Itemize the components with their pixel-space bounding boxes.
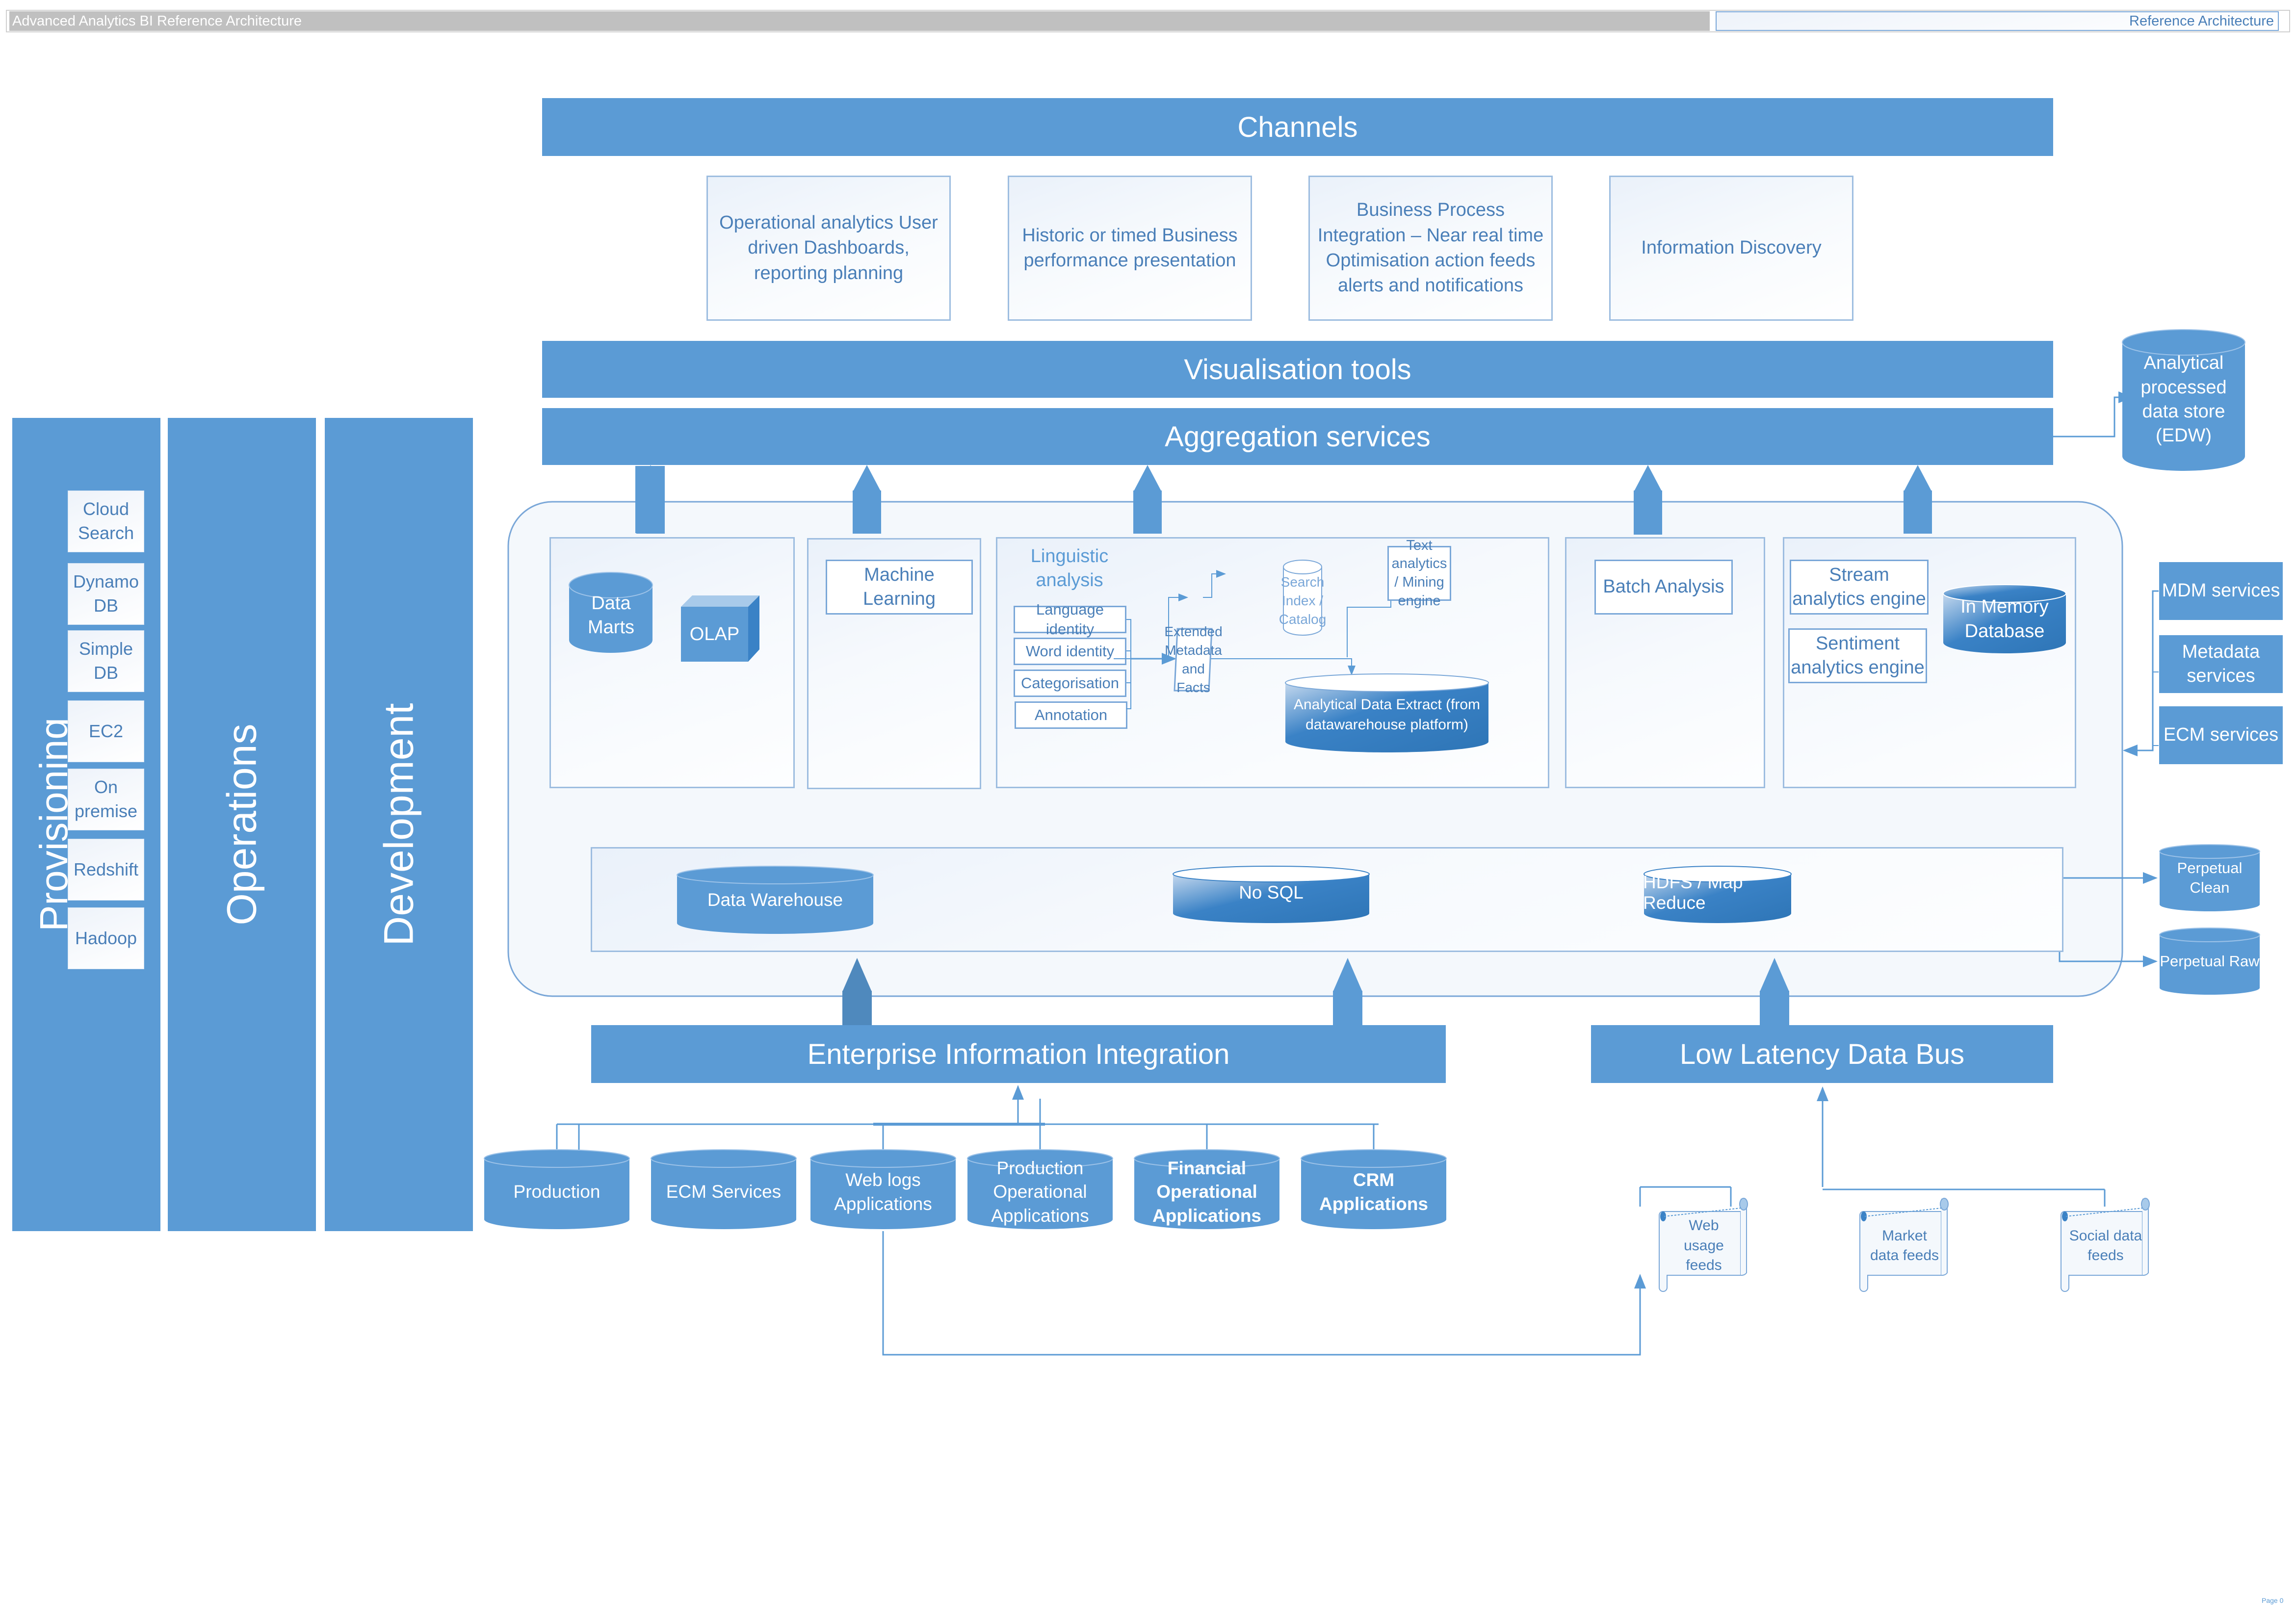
edw-label: Analytical processed data store (EDW): [2140, 353, 2227, 446]
up-arrow-icon: [853, 490, 881, 534]
page-number: Page 0: [2262, 1597, 2284, 1604]
source-label: ECM Services: [666, 1182, 782, 1202]
up-arrow-icon: [842, 958, 872, 992]
up-arrow-icon: [636, 465, 665, 492]
provisioning-item[interactable]: Redshift: [68, 839, 144, 901]
up-arrow-icon: [1760, 991, 1789, 1026]
perpetual-raw-label: Perpetual Raw: [2160, 952, 2260, 970]
analytical-extract-cylinder[interactable]: [1125, 662, 1219, 746]
up-arrow-icon: [1634, 490, 1662, 535]
linguistic-step[interactable]: Word identity: [1014, 638, 1126, 665]
source-label: Production Operational Applications: [991, 1158, 1089, 1226]
operations-label: Operations: [218, 723, 265, 926]
sentiment-analytics-box[interactable]: Sentiment analytics engine: [1788, 628, 1927, 683]
batch-analysis-box[interactable]: Batch Analysis: [1594, 560, 1733, 615]
ecm-services-box[interactable]: ECM services: [2159, 706, 2283, 764]
metadata-services-box[interactable]: Metadata services: [2159, 635, 2283, 693]
up-arrow-icon: [1760, 958, 1789, 992]
stream-analytics-box[interactable]: Stream analytics engine: [1790, 560, 1929, 615]
step-arrow-icon: [1075, 628, 1124, 638]
up-arrow-icon: [1333, 958, 1362, 992]
data-warehouse-label: Data Warehouse: [707, 890, 843, 910]
feed-label: Market data feeds: [1870, 1227, 1939, 1264]
channel-card[interactable]: Information Discovery: [1609, 176, 1853, 321]
provisioning-item[interactable]: EC2: [68, 700, 144, 762]
up-arrow-icon: [1904, 465, 1932, 492]
channel-card[interactable]: Business Process Integration – Near real…: [1308, 176, 1553, 321]
search-index-label: Search Index / Catalog: [1278, 574, 1327, 627]
source-label: Web logs Applications: [834, 1170, 932, 1214]
up-arrow-icon: [1333, 991, 1362, 1026]
up-arrow-icon: [1904, 490, 1932, 534]
perpetual-clean-label: Perpetual Clean: [2177, 859, 2243, 896]
development-column: Development: [325, 418, 473, 1231]
feed-label: Web usage feeds: [1684, 1217, 1724, 1274]
up-arrow-icon: [1133, 465, 1162, 492]
low-latency-data-bus-bar: Low Latency Data Bus: [1591, 1025, 2053, 1083]
in-memory-db-label: In Memory Database: [1960, 596, 2049, 642]
provisioning-item[interactable]: Cloud Search: [68, 490, 144, 552]
olap-label: OLAP: [689, 623, 740, 644]
linguistic-title: Linguistic analysis: [1030, 546, 1109, 591]
provisioning-item[interactable]: Hadoop: [68, 907, 144, 969]
provisioning-item[interactable]: On premise: [68, 769, 144, 830]
enterprise-information-integration-bar: Enterprise Information Integration: [591, 1025, 1446, 1083]
up-arrow-icon: [853, 465, 881, 492]
analytical-extract-label: Analytical Data Extract (from datawareho…: [1293, 696, 1481, 733]
provisioning-item[interactable]: Dynamo DB: [68, 563, 144, 625]
up-arrow-icon: [636, 490, 665, 534]
machine-learning-box[interactable]: Machine Learning: [826, 560, 973, 615]
channel-card[interactable]: Historic or timed Business performance p…: [1008, 176, 1252, 321]
linguistic-step[interactable]: Annotation: [1015, 701, 1127, 729]
text-analytics-box[interactable]: Text analytics / Mining engine: [1387, 538, 1451, 609]
visualisation-tools-bar: Visualisation tools: [542, 341, 2053, 398]
source-label: Production: [513, 1182, 600, 1202]
source-label: CRM Applications: [1319, 1170, 1429, 1214]
mdm-services-box[interactable]: MDM services: [2159, 562, 2283, 620]
feed-label: Social data feeds: [2069, 1227, 2142, 1264]
development-label: Development: [375, 703, 422, 946]
nosql-label: No SQL: [1239, 882, 1304, 902]
channels-bar: Channels: [542, 98, 2053, 156]
up-arrow-icon: [1634, 465, 1662, 492]
linguistic-step[interactable]: Categorisation: [1014, 670, 1126, 697]
hdfs-label: HDFS / Map Reduce: [1643, 872, 1743, 913]
channel-card[interactable]: Operational analytics User driven Dashbo…: [706, 176, 951, 321]
provisioning-item[interactable]: Simple DB: [68, 630, 144, 692]
data-marts-label: Data Marts: [588, 593, 634, 638]
operations-column: Operations: [168, 418, 316, 1231]
up-arrow-icon: [842, 991, 872, 1026]
source-label: Financial Operational Applications: [1152, 1158, 1262, 1226]
aggregation-services-bar: Aggregation services: [542, 408, 2053, 465]
up-arrow-icon: [1133, 490, 1162, 534]
